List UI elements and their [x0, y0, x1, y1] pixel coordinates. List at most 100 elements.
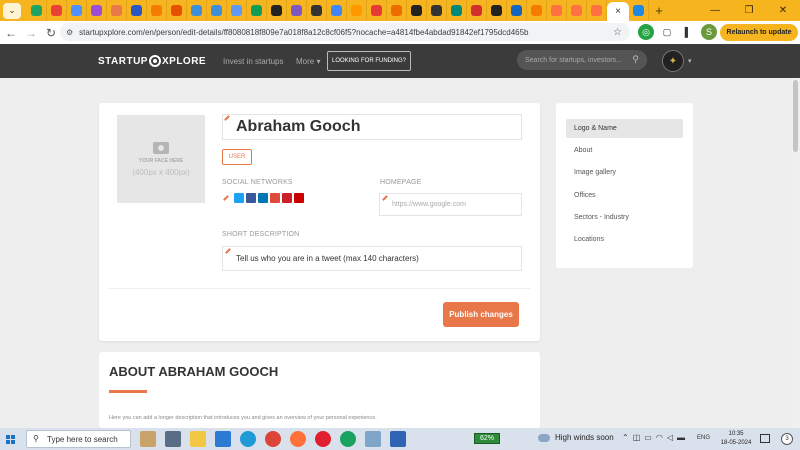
file-explorer-icon[interactable]	[190, 431, 206, 447]
app-icon[interactable]	[365, 431, 381, 447]
weather-widget[interactable]: High winds soon	[538, 433, 614, 442]
tab-8[interactable]	[167, 0, 187, 21]
reload-button[interactable]: ↻	[42, 24, 60, 42]
tab-2[interactable]	[47, 0, 67, 21]
side-panel-icon[interactable]: ▌	[680, 24, 696, 40]
edge-icon[interactable]	[240, 431, 256, 447]
taskbar-search-input[interactable]: ⚲ Type here to search	[26, 430, 131, 448]
tab-1[interactable]	[27, 0, 47, 21]
language-indicator[interactable]: ENG	[697, 435, 710, 441]
looking-for-funding-button[interactable]: LOOKING FOR FUNDING?	[327, 51, 411, 71]
address-bar[interactable]: ⚙ startupxplore.com/en/person/edit-detai…	[60, 23, 630, 41]
pinterest-icon[interactable]	[282, 193, 292, 203]
tab-7[interactable]	[147, 0, 167, 21]
site-logo[interactable]: STARTUP XPLORE	[98, 55, 206, 67]
microsoft-store-icon[interactable]	[215, 431, 231, 447]
word-icon[interactable]	[390, 431, 406, 447]
relaunch-to-update-button[interactable]: Relaunch to update	[720, 24, 798, 41]
tab-28[interactable]	[567, 0, 587, 21]
back-button[interactable]: ←	[2, 24, 20, 42]
battery-icon[interactable]: ▬	[677, 433, 685, 442]
battery-indicator[interactable]: 62%	[474, 433, 500, 444]
tab-search-button[interactable]: ⌄	[3, 2, 21, 19]
wifi-icon[interactable]: ◠	[656, 433, 663, 442]
tab-3[interactable]	[67, 0, 87, 21]
taskbar-clock[interactable]: 10:35 18-05-2024	[718, 430, 754, 448]
active-tab-close-button[interactable]: ×	[607, 2, 629, 21]
display-icon[interactable]: ▭	[644, 433, 652, 442]
tab-30[interactable]	[629, 0, 649, 21]
twitter-icon[interactable]	[234, 193, 244, 203]
tab-16[interactable]	[327, 0, 347, 21]
firefox-icon[interactable]	[290, 431, 306, 447]
chrome-icon[interactable]	[265, 431, 281, 447]
task-view-icon[interactable]	[165, 431, 181, 447]
short-description-input[interactable]: Tell us who you are in a tweet (max 140 …	[222, 246, 522, 271]
extension-icon[interactable]: ◎	[638, 24, 654, 40]
nav-invest-link[interactable]: Invest in startups	[223, 57, 283, 66]
volume-icon[interactable]: ◁	[667, 433, 673, 442]
bookmark-star-icon[interactable]: ☆	[613, 27, 622, 38]
notification-badge[interactable]: 3	[781, 433, 793, 445]
new-tab-button[interactable]: +	[649, 0, 669, 21]
site-search-input[interactable]: Search for startups, investors... ⚲	[517, 50, 647, 70]
search-icon[interactable]: ⚲	[632, 54, 639, 65]
opera-icon[interactable]	[315, 431, 331, 447]
chevron-up-icon[interactable]: ⌃	[622, 433, 629, 442]
sidenav-item-locations[interactable]: Locations	[566, 230, 683, 249]
tab-13[interactable]	[267, 0, 287, 21]
tab-24[interactable]	[487, 0, 507, 21]
facebook-icon[interactable]	[246, 193, 256, 203]
sidenav-item-logo-name[interactable]: Logo & Name	[566, 119, 683, 138]
network-icon[interactable]: ◫	[633, 433, 641, 442]
sidenav-item-offices[interactable]: Offices	[566, 186, 683, 205]
tab-21[interactable]	[427, 0, 447, 21]
tab-29[interactable]	[587, 0, 607, 21]
windows-start-button[interactable]	[0, 428, 20, 450]
tab-12[interactable]	[247, 0, 267, 21]
news-widget-icon[interactable]	[140, 431, 156, 447]
sidenav-item-about[interactable]: About	[566, 141, 683, 160]
tab-26[interactable]	[527, 0, 547, 21]
tab-10[interactable]	[207, 0, 227, 21]
forward-button[interactable]: →	[22, 24, 40, 42]
tab-19[interactable]	[387, 0, 407, 21]
homepage-input[interactable]: https://www.google.com	[379, 193, 522, 216]
notifications-icon[interactable]	[760, 434, 770, 443]
youtube-icon[interactable]	[294, 193, 304, 203]
name-field[interactable]: Abraham Gooch	[222, 114, 522, 140]
google-plus-icon[interactable]	[270, 193, 280, 203]
close-window-button[interactable]: ✕	[766, 0, 800, 21]
tab-15[interactable]	[307, 0, 327, 21]
maximize-button[interactable]: ❐	[732, 0, 766, 21]
avatar-caret-icon[interactable]: ▾	[688, 57, 692, 65]
chrome-profile-icon[interactable]	[340, 431, 356, 447]
tab-18[interactable]	[367, 0, 387, 21]
tab-27[interactable]	[547, 0, 567, 21]
tab-11[interactable]	[227, 0, 247, 21]
minimize-button[interactable]: —	[698, 0, 732, 21]
tab-14[interactable]	[287, 0, 307, 21]
tab-25[interactable]	[507, 0, 527, 21]
edit-pencil-icon[interactable]	[223, 195, 229, 201]
extensions-puzzle-icon[interactable]: ▢	[659, 24, 675, 40]
tab-9[interactable]	[187, 0, 207, 21]
sidenav-item-sectors[interactable]: Sectors - Industry	[566, 208, 683, 227]
page-scrollbar[interactable]	[791, 78, 800, 428]
tab-20[interactable]	[407, 0, 427, 21]
user-avatar[interactable]: ✦	[662, 50, 684, 72]
linkedin-icon[interactable]	[258, 193, 268, 203]
tab-17[interactable]	[347, 0, 367, 21]
nav-more-dropdown[interactable]: More ▾	[296, 57, 320, 66]
scrollbar-thumb[interactable]	[793, 80, 798, 152]
sidenav-item-image-gallery[interactable]: Image gallery	[566, 163, 683, 182]
tab-23[interactable]	[467, 0, 487, 21]
site-info-icon[interactable]: ⚙	[66, 28, 73, 37]
tab-22[interactable]	[447, 0, 467, 21]
tab-6[interactable]	[127, 0, 147, 21]
tab-4[interactable]	[87, 0, 107, 21]
publish-changes-button[interactable]: Publish changes	[443, 302, 519, 327]
profile-photo-upload[interactable]: YOUR FACE HERE (400px x 400px)	[117, 115, 205, 203]
profile-avatar-icon[interactable]: S	[701, 24, 717, 40]
tab-5[interactable]	[107, 0, 127, 21]
